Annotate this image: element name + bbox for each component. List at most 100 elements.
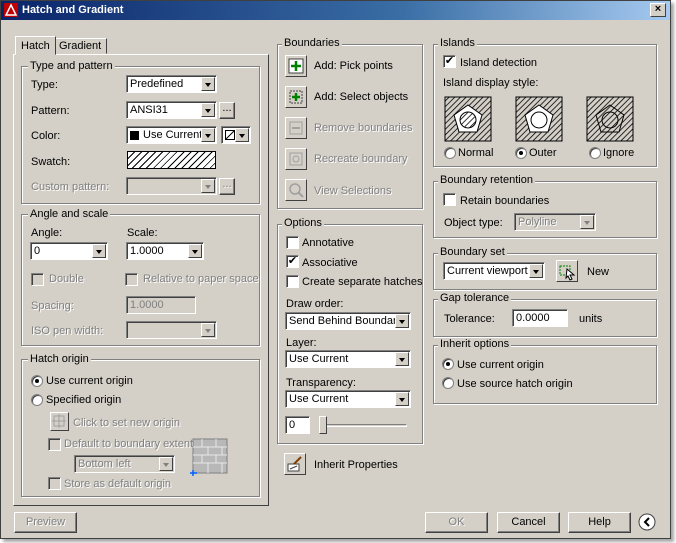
chevron-down-icon[interactable] [201, 103, 215, 117]
click-set-origin-label: Click to set new origin [73, 417, 180, 429]
scale-label: Scale: [127, 227, 158, 239]
group-title: Options [282, 217, 324, 229]
annotative-label: Annotative [302, 237, 354, 249]
extents-dropdown[interactable]: Bottom left [74, 455, 175, 473]
draw-order-value: Send Behind Boundary [289, 315, 403, 327]
angle-label: Angle: [31, 227, 63, 239]
close-button[interactable]: × [650, 3, 666, 17]
island-outer-radio[interactable] [515, 147, 527, 159]
transparency-slider-thumb[interactable] [319, 416, 327, 434]
group-title: Angle and scale [28, 208, 111, 220]
remove-boundaries-button[interactable] [285, 117, 307, 139]
inherit-use-source-label: Use source hatch origin [457, 378, 573, 390]
remove-boundaries-label: Remove boundaries [314, 122, 413, 134]
tab-gradient[interactable]: Gradient [53, 38, 108, 54]
custom-pattern-browse-button[interactable]: ... [219, 178, 235, 195]
remove-icon [289, 121, 303, 135]
help-button[interactable]: Help [568, 512, 631, 533]
relative-paper-space-checkbox[interactable] [125, 273, 138, 286]
iso-pen-width-dropdown[interactable] [126, 321, 217, 339]
chevron-down-icon[interactable] [235, 128, 249, 142]
island-detection-checkbox[interactable]: ✔ [443, 55, 456, 68]
island-ignore-preview-icon[interactable] [586, 96, 634, 142]
units-label: units [579, 313, 603, 325]
layer-dropdown[interactable]: Use Current [285, 350, 411, 368]
transparency-slider-track[interactable] [319, 424, 407, 427]
preview-button[interactable]: Preview [14, 512, 77, 533]
spacing-field[interactable]: 1.0000 [126, 296, 196, 314]
new-boundary-set-button[interactable] [556, 260, 578, 282]
object-type-dropdown[interactable]: Polyline [514, 213, 596, 231]
color-label: Color: [31, 130, 61, 142]
chevron-down-icon[interactable] [529, 264, 543, 278]
add-pick-points-label[interactable]: Add: Pick points [314, 60, 393, 72]
default-extents-checkbox[interactable] [48, 438, 61, 451]
color-swatch-icon [130, 131, 139, 140]
chevron-down-icon[interactable] [201, 179, 215, 193]
island-normal-preview-icon[interactable] [444, 96, 492, 142]
chevron-down-icon[interactable] [395, 314, 409, 328]
view-selections-button[interactable] [285, 179, 307, 201]
boundary-set-dropdown[interactable]: Current viewport [443, 262, 545, 280]
layer-value: Use Current [289, 353, 349, 365]
tolerance-label: Tolerance: [444, 313, 495, 325]
chevron-down-icon[interactable] [201, 77, 215, 91]
annotative-checkbox[interactable] [286, 236, 299, 249]
new-label: New [587, 266, 610, 278]
associative-checkbox[interactable]: ✔ [286, 255, 299, 268]
transparency-dropdown[interactable]: Use Current [285, 390, 411, 408]
store-default-label: Store as default origin [64, 478, 172, 490]
chevron-down-icon[interactable] [159, 457, 173, 471]
inherit-properties-button[interactable] [284, 453, 306, 475]
click-set-origin-button[interactable] [50, 412, 69, 431]
recreate-icon [289, 152, 303, 166]
add-select-objects-label[interactable]: Add: Select objects [314, 91, 408, 103]
select-objects-icon [289, 90, 303, 104]
angle-dropdown[interactable]: 0 [30, 242, 108, 260]
island-style-label: Island display style: [443, 77, 539, 89]
store-default-checkbox[interactable] [48, 477, 61, 490]
recreate-boundary-button[interactable] [285, 148, 307, 170]
pattern-dropdown[interactable]: ANSI31 [126, 101, 217, 119]
chevron-down-icon[interactable] [92, 244, 106, 258]
add-pick-points-button[interactable] [285, 55, 307, 77]
scale-value: 1.0000 [130, 245, 164, 257]
island-outer-preview-icon[interactable] [515, 96, 563, 142]
group-title: Type and pattern [28, 60, 115, 72]
recreate-boundary-label: Recreate boundary [314, 153, 408, 165]
custom-pattern-dropdown[interactable] [126, 177, 217, 195]
collapse-arrow-icon[interactable] [638, 513, 656, 531]
type-dropdown[interactable]: Predefined [126, 75, 217, 93]
add-select-objects-button[interactable] [285, 86, 307, 108]
pattern-browse-button[interactable]: ... [219, 102, 235, 119]
double-checkbox[interactable] [31, 273, 44, 286]
specified-origin-radio[interactable] [31, 394, 43, 406]
inherit-use-current-radio[interactable] [442, 358, 454, 370]
island-outer-label: Outer [529, 147, 557, 159]
inherit-options-group: Inherit options [433, 338, 657, 404]
transparency-amount-field[interactable]: 0 [285, 416, 310, 434]
tolerance-field[interactable]: 0.0000 [512, 309, 568, 327]
inherit-properties-label[interactable]: Inherit Properties [314, 459, 398, 471]
separate-hatches-checkbox[interactable] [286, 275, 299, 288]
retain-boundaries-checkbox[interactable] [443, 193, 456, 206]
chevron-down-icon[interactable] [201, 128, 215, 142]
island-ignore-label: Ignore [603, 147, 635, 159]
chevron-down-icon[interactable] [580, 215, 594, 229]
chevron-down-icon[interactable] [201, 323, 215, 337]
hatch-swatch-preview[interactable] [127, 151, 216, 169]
background-color-dropdown[interactable] [221, 126, 251, 144]
inherit-use-source-radio[interactable] [442, 377, 454, 389]
island-ignore-radio[interactable] [589, 147, 601, 159]
color-dropdown[interactable]: Use Current [126, 126, 217, 144]
use-current-origin-radio[interactable] [31, 375, 43, 387]
scale-dropdown[interactable]: 1.0000 [126, 242, 204, 260]
chevron-down-icon[interactable] [395, 392, 409, 406]
chevron-down-icon[interactable] [395, 352, 409, 366]
ok-button[interactable]: OK [425, 512, 488, 533]
draw-order-dropdown[interactable]: Send Behind Boundary [285, 312, 411, 330]
island-normal-radio[interactable] [444, 147, 456, 159]
cancel-button[interactable]: Cancel [497, 512, 560, 533]
tab-hatch[interactable]: Hatch [15, 36, 56, 55]
chevron-down-icon[interactable] [188, 244, 202, 258]
